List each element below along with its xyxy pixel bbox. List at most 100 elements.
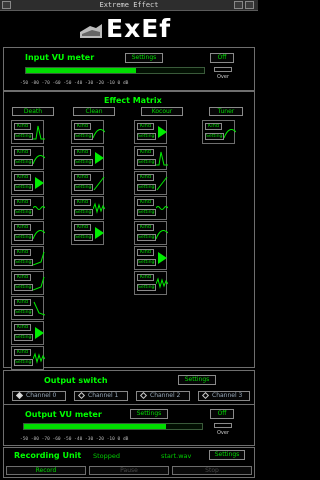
recording-settings-button[interactable]: Settings [209,450,245,460]
column-kocour-button[interactable]: Kocour [141,107,183,116]
logo-speaker-icon [80,24,102,38]
kind-button[interactable]: Kind [137,199,154,206]
noise-waveform-icon [156,277,168,289]
output-vu-settings-button[interactable]: Settings [130,409,168,419]
output-vu-off-button[interactable]: Off [210,409,234,419]
unit-settings-button[interactable]: Settings [137,259,156,266]
unit-settings-button[interactable]: Settings [14,184,33,191]
kind-button[interactable]: Kind [14,123,31,130]
unit-settings-button[interactable]: Settings [14,133,33,140]
effect-unit: Kind Settings [11,221,45,245]
effect-unit: Kind Settings [71,146,104,170]
input-over-label: Over [217,74,230,80]
recording-unit-label: Recording Unit [14,451,82,460]
input-vu-off-button[interactable]: Off [210,53,234,63]
drop-waveform-icon [33,301,45,316]
rise-waveform-icon [33,251,45,266]
curve-waveform-icon [93,129,105,139]
unit-settings-button[interactable]: Settings [14,359,33,366]
output-switch-settings-button[interactable]: Settings [178,375,216,385]
kind-button[interactable]: Kind [74,174,91,181]
kind-button[interactable]: Kind [137,274,154,281]
effect-unit: Kind Settings [202,120,236,144]
unit-settings-button[interactable]: Settings [14,334,33,341]
unit-settings-button[interactable]: Settings [14,284,33,291]
unit-settings-button[interactable]: Settings [74,209,93,216]
input-vu-scale: -50 -80 -70 -60 -50 -40 -30 -20 -10 0 dB [20,81,129,86]
curve-waveform-icon [33,230,45,240]
column-death-button[interactable]: Death [12,107,54,116]
kind-button[interactable]: Kind [14,174,31,181]
kind-button[interactable]: Kind [137,174,154,181]
kind-button[interactable]: Kind [74,224,91,231]
window-titlebar[interactable]: Extreme Effect [0,0,258,11]
effect-unit: Kind Settings [11,146,45,170]
output-switch-label: Output switch [44,376,108,385]
play-waveform-icon [158,252,167,264]
kind-button[interactable]: Kind [137,249,154,256]
kind-button[interactable]: Kind [14,349,31,356]
effect-unit: Kind Settings [11,271,45,295]
unit-settings-button[interactable]: Settings [14,259,33,266]
pause-button[interactable]: Pause [89,466,169,475]
input-vu-settings-button[interactable]: Settings [125,53,163,63]
output-vu-label: Output VU meter [25,410,102,419]
exef-logo: ExEf [78,14,184,44]
effect-unit: Kind Settings [11,171,44,195]
channel-1-label: Channel 1 [88,392,119,399]
kind-button[interactable]: Kind [205,123,222,130]
output-vu-meter [23,423,203,430]
kind-button[interactable]: Kind [14,199,31,206]
kind-button[interactable]: Kind [14,149,31,156]
unit-settings-button[interactable]: Settings [137,284,156,291]
input-vu-label: Input VU meter [25,53,95,62]
unit-settings-button[interactable]: Settings [205,133,224,140]
effect-unit: Kind Settings [11,196,45,220]
unit-settings-button[interactable]: Settings [137,133,156,140]
kind-button[interactable]: Kind [14,224,31,231]
kind-button[interactable]: Kind [14,249,31,256]
kind-button[interactable]: Kind [14,324,31,331]
stop-button[interactable]: Stop [172,466,252,475]
input-vu-meter [25,67,205,74]
unit-settings-button[interactable]: Settings [14,309,33,316]
unit-settings-button[interactable]: Settings [137,184,156,191]
kind-button[interactable]: Kind [74,149,91,156]
input-vu-panel: Input VU meter Settings Off Over -50 -80… [3,47,255,91]
output-over-indicator [214,423,232,428]
kind-button[interactable]: Kind [137,123,154,130]
column-tuner-button[interactable]: Tuner [209,107,243,116]
channel-1-radio[interactable]: Channel 1 [74,391,128,401]
channel-2-radio[interactable]: Channel 2 [136,391,190,401]
input-over-indicator [214,67,232,72]
unit-settings-button[interactable]: Settings [14,234,33,241]
unit-settings-button[interactable]: Settings [74,159,93,166]
noise-waveform-icon [33,352,45,364]
unit-settings-button[interactable]: Settings [74,184,93,191]
effect-unit: Kind Settings [134,196,168,220]
channel-0-radio[interactable]: Channel 0 [12,391,66,401]
kind-button[interactable]: Kind [14,299,31,306]
maximize-icon[interactable] [245,1,254,9]
diag-waveform-icon [156,176,168,191]
spike-waveform-icon [33,125,45,140]
unit-settings-button[interactable]: Settings [74,234,93,241]
record-button[interactable]: Record [6,466,86,475]
kind-button[interactable]: Kind [74,123,91,130]
unit-settings-button[interactable]: Settings [137,159,156,166]
unit-settings-button[interactable]: Settings [137,209,156,216]
unit-settings-button[interactable]: Settings [14,209,33,216]
unit-settings-button[interactable]: Settings [137,234,156,241]
kind-button[interactable]: Kind [14,274,31,281]
channel-3-radio[interactable]: Channel 3 [198,391,250,401]
kind-button[interactable]: Kind [137,149,154,156]
effect-unit: Kind Settings [71,120,105,144]
column-clean-button[interactable]: Clean [73,107,115,116]
kind-button[interactable]: Kind [74,199,91,206]
unit-settings-button[interactable]: Settings [74,133,93,140]
channel-0-label: Channel 0 [26,392,57,399]
minimize-icon[interactable] [234,1,243,9]
recording-filename: start.wav [161,452,192,460]
unit-settings-button[interactable]: Settings [14,159,33,166]
kind-button[interactable]: Kind [137,224,154,231]
